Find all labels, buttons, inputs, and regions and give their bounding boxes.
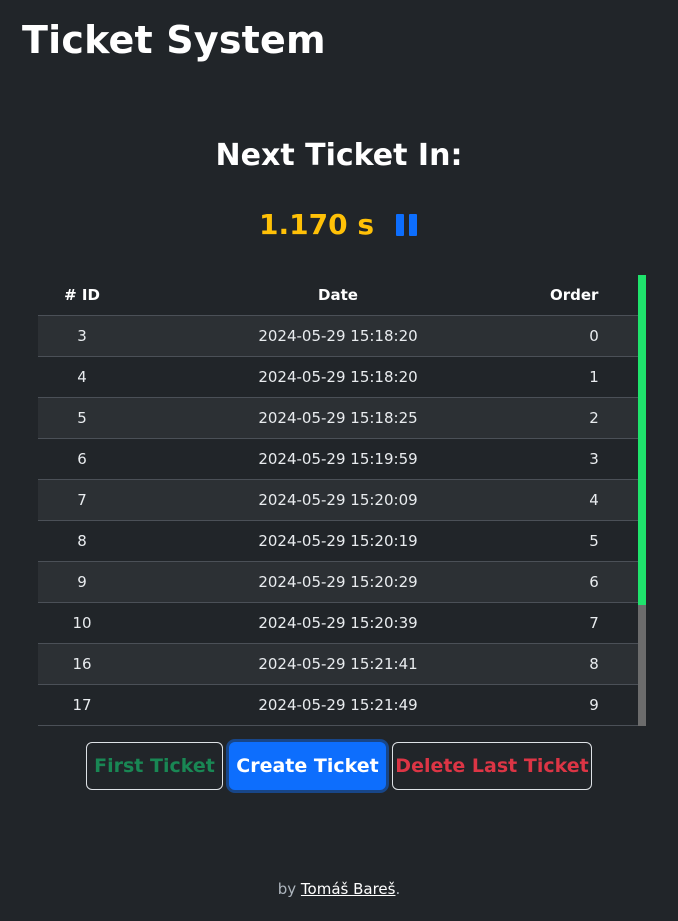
scrollbar-track[interactable] xyxy=(638,275,646,726)
table-row: 7 2024-05-29 15:20:09 4 xyxy=(38,479,638,521)
footer-prefix: by xyxy=(277,880,297,898)
cell-date: 2024-05-29 15:20:39 xyxy=(126,602,550,644)
delete-last-ticket-button[interactable]: Delete Last Ticket xyxy=(392,742,592,790)
cell-id: 3 xyxy=(38,315,126,357)
pause-bar-left xyxy=(395,213,404,236)
cell-order: 7 xyxy=(550,602,638,644)
countdown-timer: 1.170 s xyxy=(259,208,374,241)
table-row: 8 2024-05-29 15:20:19 5 xyxy=(38,520,638,562)
cell-id: 8 xyxy=(38,520,126,562)
pause-bar-right xyxy=(408,213,417,236)
cell-date: 2024-05-29 15:21:41 xyxy=(126,643,550,685)
ticket-table-scroll-area[interactable]: # ID Date Order 3 2024-05-29 15:18:20 0 4 20… xyxy=(38,275,638,726)
page: Ticket System Next Ticket In: 1.170 s # … xyxy=(0,0,678,921)
cell-id: 17 xyxy=(38,684,126,726)
footer: by Tomáš Bareš. xyxy=(0,880,678,898)
cell-id: 7 xyxy=(38,479,126,521)
cell-order: 3 xyxy=(550,438,638,480)
cell-date: 2024-05-29 15:20:29 xyxy=(126,561,550,603)
timer-row: 1.170 s xyxy=(0,208,678,241)
first-ticket-button[interactable]: First Ticket xyxy=(86,742,223,790)
cell-id: 9 xyxy=(38,561,126,603)
cell-date: 2024-05-29 15:20:19 xyxy=(126,520,550,562)
table-row: 4 2024-05-29 15:18:20 1 xyxy=(38,356,638,398)
cell-order: 0 xyxy=(550,315,638,357)
cell-date: 2024-05-29 15:18:20 xyxy=(126,315,550,357)
pause-icon[interactable] xyxy=(394,210,419,240)
column-header-order: Order xyxy=(550,275,638,316)
table-row: 5 2024-05-29 15:18:25 2 xyxy=(38,397,638,439)
table-row: 16 2024-05-29 15:21:41 8 xyxy=(38,643,638,685)
footer-suffix: . xyxy=(395,880,401,898)
cell-date: 2024-05-29 15:21:49 xyxy=(126,684,550,726)
ticket-table: # ID Date Order 3 2024-05-29 15:18:20 0 4 20… xyxy=(38,275,638,726)
cell-date: 2024-05-29 15:19:59 xyxy=(126,438,550,480)
cell-order: 4 xyxy=(550,479,638,521)
cell-order: 1 xyxy=(550,356,638,398)
cell-order: 2 xyxy=(550,397,638,439)
action-buttons: First Ticket Create Ticket Delete Last T… xyxy=(0,742,678,790)
cell-order: 9 xyxy=(550,684,638,726)
author-link[interactable]: Tomáš Bareš xyxy=(301,880,396,898)
cell-id: 16 xyxy=(38,643,126,685)
cell-date: 2024-05-29 15:18:25 xyxy=(126,397,550,439)
cell-id: 10 xyxy=(38,602,126,644)
table-row: 10 2024-05-29 15:20:39 7 xyxy=(38,602,638,644)
cell-order: 5 xyxy=(550,520,638,562)
table-row: 17 2024-05-29 15:21:49 9 xyxy=(38,684,638,726)
ticket-table-container: # ID Date Order 3 2024-05-29 15:18:20 0 4 20… xyxy=(38,275,646,726)
cell-date: 2024-05-29 15:20:09 xyxy=(126,479,550,521)
app-title: Ticket System xyxy=(22,18,326,62)
create-ticket-button[interactable]: Create Ticket xyxy=(229,742,386,790)
cell-order: 6 xyxy=(550,561,638,603)
table-row: 3 2024-05-29 15:18:20 0 xyxy=(38,315,638,357)
cell-date: 2024-05-29 15:18:20 xyxy=(126,356,550,398)
table-row: 6 2024-05-29 15:19:59 3 xyxy=(38,438,638,480)
ticket-table-body: 3 2024-05-29 15:18:20 0 4 2024-05-29 15:18:2… xyxy=(38,315,638,726)
column-header-id: # ID xyxy=(38,275,126,316)
cell-id: 4 xyxy=(38,356,126,398)
table-header-row: # ID Date Order xyxy=(38,275,638,316)
table-row: 9 2024-05-29 15:20:29 6 xyxy=(38,561,638,603)
cell-order: 8 xyxy=(550,643,638,685)
cell-id: 6 xyxy=(38,438,126,480)
next-ticket-heading: Next Ticket In: xyxy=(215,138,463,173)
cell-id: 5 xyxy=(38,397,126,439)
column-header-date: Date xyxy=(126,275,550,316)
scrollbar-thumb[interactable] xyxy=(638,275,646,605)
